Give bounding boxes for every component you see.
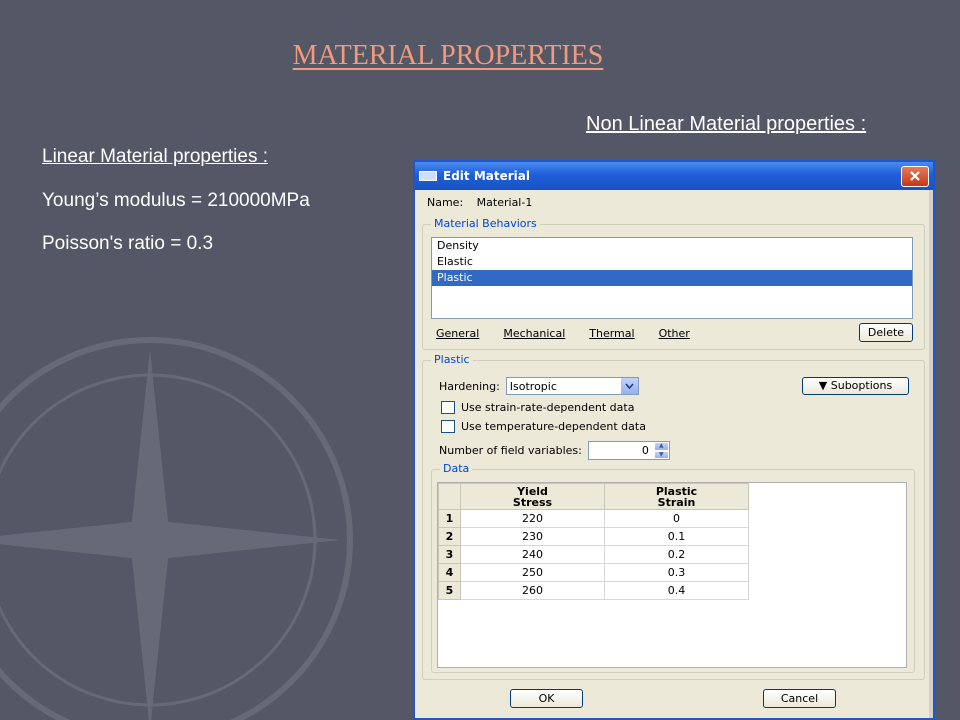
yield-stress-cell[interactable]: 220 <box>460 509 605 528</box>
header-strain-text: Plastic Strain <box>655 484 698 509</box>
field-variables-label: Number of field variables: <box>439 444 582 457</box>
yield-stress-cell[interactable]: 250 <box>460 563 605 582</box>
row-number[interactable]: 2 <box>438 527 461 546</box>
yield-stress-cell[interactable]: 230 <box>460 527 605 546</box>
menu-mechanical[interactable]: Mechanical <box>503 327 565 340</box>
yield-stress-cell[interactable]: 240 <box>460 545 605 564</box>
hardening-value: Isotropic <box>509 379 557 393</box>
header-yield-stress[interactable]: Yield Stress <box>460 483 605 510</box>
material-behaviors-label: Material Behaviors <box>431 217 540 230</box>
window-edge <box>929 190 933 718</box>
data-group: Data Yield Stress Plastic Strain 1 220 0… <box>431 462 915 673</box>
data-table: Yield Stress Plastic Strain 1 220 0 2 23… <box>438 483 749 600</box>
youngs-modulus-text: Young’s modulus = 210000MPa <box>42 190 310 211</box>
spin-up-icon[interactable]: ▲ <box>653 442 669 451</box>
row-number[interactable]: 1 <box>438 509 461 528</box>
temperature-label: Use temperature-dependent data <box>461 420 646 433</box>
header-yield-text: Yield Stress <box>512 484 553 509</box>
plastic-strain-cell[interactable]: 0.4 <box>604 581 749 600</box>
strain-rate-label: Use strain-rate-dependent data <box>461 401 635 414</box>
suboptions-label: Suboptions <box>830 379 893 392</box>
compass-watermark <box>0 337 353 720</box>
field-variables-row: Number of field variables: 0 ▲ ▼ <box>439 441 670 460</box>
menu-general[interactable]: General <box>436 327 479 340</box>
temperature-row: Use temperature-dependent data <box>441 420 646 433</box>
plastic-strain-cell[interactable]: 0.1 <box>604 527 749 546</box>
data-grid[interactable]: Yield Stress Plastic Strain 1 220 0 2 23… <box>437 482 907 668</box>
menu-other[interactable]: Other <box>659 327 690 340</box>
suboptions-button[interactable]: ▼ Suboptions <box>802 377 909 395</box>
hardening-row: Hardening: Isotropic <box>439 377 639 395</box>
table-row: 5 260 0.4 <box>438 581 749 600</box>
behaviors-list[interactable]: Density Elastic Plastic <box>431 237 913 319</box>
nonlinear-heading: Non Linear Material properties : <box>586 113 867 135</box>
delete-button[interactable]: Delete <box>859 323 913 342</box>
plastic-strain-cell[interactable]: 0.3 <box>604 563 749 582</box>
dialog-titlebar[interactable]: Edit Material <box>415 162 933 190</box>
slide-title: MATERIAL PROPERTIES <box>292 40 604 71</box>
close-icon <box>910 171 920 181</box>
hardening-label: Hardening: <box>439 379 500 393</box>
spinner-buttons: ▲ ▼ <box>653 442 669 459</box>
row-number[interactable]: 4 <box>438 563 461 582</box>
dropdown-arrow-icon[interactable] <box>620 378 638 394</box>
plastic-strain-cell[interactable]: 0 <box>604 509 749 528</box>
linear-heading: Linear Material properties : <box>42 146 268 167</box>
app-icon <box>419 171 437 181</box>
plastic-label: Plastic <box>431 353 473 366</box>
table-row: 2 230 0.1 <box>438 527 749 546</box>
poissons-ratio-text: Poisson's ratio = 0.3 <box>42 233 214 254</box>
list-item-elastic[interactable]: Elastic <box>432 254 912 270</box>
strain-rate-checkbox[interactable] <box>441 401 455 414</box>
triangle-down-icon: ▼ <box>818 379 828 392</box>
strain-rate-row: Use strain-rate-dependent data <box>441 401 634 414</box>
name-value: Material-1 <box>476 196 533 209</box>
list-item-density[interactable]: Density <box>432 238 912 254</box>
edit-material-dialog: Edit Material Name: Material-1 Material … <box>413 160 935 720</box>
field-variables-value: 0 <box>641 444 649 457</box>
menu-thermal[interactable]: Thermal <box>589 327 634 340</box>
close-button[interactable] <box>901 165 929 187</box>
ok-button[interactable]: OK <box>510 689 583 708</box>
temperature-checkbox[interactable] <box>441 420 455 433</box>
field-variables-spinner[interactable]: 0 ▲ ▼ <box>587 441 670 460</box>
row-number[interactable]: 3 <box>438 545 461 564</box>
plastic-strain-cell[interactable]: 0.2 <box>604 545 749 564</box>
table-corner <box>438 483 461 510</box>
plastic-group: Plastic Hardening: Isotropic ▼ Suboption… <box>422 353 925 680</box>
table-row: 4 250 0.3 <box>438 563 749 582</box>
header-plastic-strain[interactable]: Plastic Strain <box>604 483 749 510</box>
spin-down-icon[interactable]: ▼ <box>653 450 669 459</box>
hardening-select[interactable]: Isotropic <box>505 377 639 395</box>
dialog-title: Edit Material <box>443 169 530 183</box>
table-row: 3 240 0.2 <box>438 545 749 564</box>
data-label: Data <box>440 462 473 475</box>
list-item-plastic[interactable]: Plastic <box>432 270 912 286</box>
name-row: Name: Material-1 <box>427 196 542 209</box>
behavior-menu-bar: General Mechanical Thermal Other <box>436 327 714 340</box>
yield-stress-cell[interactable]: 260 <box>460 581 605 600</box>
table-row: 1 220 0 <box>438 509 749 528</box>
row-number[interactable]: 5 <box>438 581 461 600</box>
material-behaviors-group: Material Behaviors Density Elastic Plast… <box>422 217 925 350</box>
name-label: Name: <box>427 196 464 209</box>
cancel-button[interactable]: Cancel <box>763 689 836 708</box>
